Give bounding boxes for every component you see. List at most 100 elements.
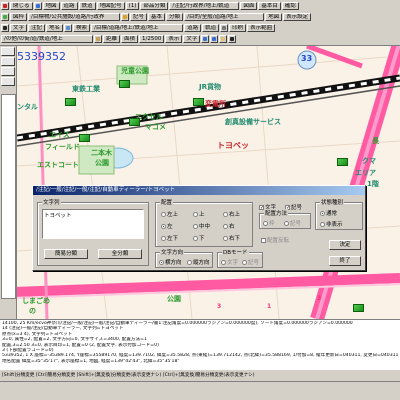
simple-class-button[interactable]: 簡易分類	[44, 249, 88, 259]
state-normal[interactable]: 通常	[320, 209, 337, 217]
tb-purpose-path-field[interactable]: /目的/全般/道路/地上	[184, 12, 265, 21]
tb-road2-button[interactable]: 道路	[184, 23, 202, 32]
dialog-title-bar[interactable]: /注記/一般/注記/一般/注記/自動車ディーラー/トヨペット	[33, 186, 365, 195]
zoom-in-icon[interactable]	[201, 34, 210, 43]
tb-road-path-field[interactable]: /目標/道路/地上/鉄道/地上	[91, 23, 184, 32]
tb-placename-button[interactable]: 地名	[46, 23, 64, 32]
placement-right[interactable]: 右	[223, 222, 235, 230]
tb-frame-button[interactable]: 図枠	[10, 12, 28, 21]
tb-map-button[interactable]: 地図	[42, 1, 60, 10]
map-icon[interactable]	[33, 1, 42, 10]
tb-drawing-button[interactable]: 図面	[240, 1, 258, 10]
tb-symbol-button[interactable]: 地図記号	[96, 1, 125, 10]
option-label: 右	[229, 224, 235, 230]
tb-distance-button[interactable]: 距離	[103, 34, 121, 43]
check-reverse[interactable]: 配置反転	[261, 236, 289, 244]
left-panel-button-4[interactable]	[1, 77, 15, 86]
tb-print-button[interactable]: 印刷	[229, 23, 247, 32]
option-label: 中中	[199, 224, 211, 230]
ruler-icon[interactable]	[94, 34, 102, 43]
tb-road-button[interactable]: 道路	[60, 1, 78, 10]
placement-top-right[interactable]: 右上	[223, 210, 240, 218]
tb-display-settings-button[interactable]: 表示設定	[283, 12, 312, 21]
left-panel-button-1[interactable]	[1, 47, 15, 56]
placement-center[interactable]: 中中	[193, 222, 210, 230]
text-input[interactable]: トヨペット	[42, 209, 144, 239]
placement-top-left[interactable]: 左上	[161, 210, 178, 218]
tb-text2-button[interactable]: 文字	[183, 34, 201, 43]
map-label-substation: 変電所	[205, 100, 226, 108]
tb-base-button[interactable]: 基本	[148, 12, 166, 21]
tb-note-button[interactable]: 注記	[28, 23, 46, 32]
db-mode-text[interactable]: 文字	[221, 258, 238, 266]
option-label: 右上	[229, 212, 241, 218]
tb-text-button[interactable]: 文字	[10, 23, 28, 32]
close-button[interactable]: 終了	[329, 256, 361, 266]
placement-bottom-right[interactable]: 右下	[223, 234, 240, 242]
tb-symbol2-button[interactable]: 記号	[130, 12, 148, 21]
note-edit-dialog: /注記/一般/注記/一般/注記/自動車ディーラー/トヨペット 文字列 トヨペット…	[32, 185, 366, 271]
tb-track-button[interactable]: 軌道	[202, 23, 220, 32]
method-symbol[interactable]: 記号	[284, 219, 301, 227]
toolbar: 閉じる 地図 道路 鉄道 地図記号 (1) 部品分類 /注記/行政界/地上/軌道…	[0, 0, 400, 46]
frame-icon[interactable]	[1, 12, 9, 21]
left-panel-list[interactable]	[1, 94, 16, 299]
tb-other-path-field[interactable]: /の他/の街/道/鉄道/地上	[1, 34, 93, 43]
placement-top[interactable]: 上	[193, 210, 205, 218]
search-icon[interactable]	[64, 23, 73, 32]
ok-button[interactable]: 決定	[329, 240, 361, 250]
placement-bottom[interactable]: 下	[193, 234, 205, 242]
radio-icon	[223, 223, 228, 229]
route-number: 3	[217, 303, 222, 310]
all-class-button[interactable]: 全分類	[98, 249, 142, 259]
hand-icon[interactable]	[219, 34, 228, 43]
map-label-magome: マゴメ	[145, 123, 166, 131]
tb-scale-field[interactable]: 1/2500	[139, 34, 165, 43]
printer-icon[interactable]	[220, 23, 229, 32]
building-icon	[79, 134, 90, 142]
placement-bottom-left[interactable]: 左下	[161, 234, 178, 242]
symbol-icon[interactable]	[121, 12, 130, 21]
radio-icon	[320, 221, 325, 227]
info-line: 地名配置 緯度=35°35'17", 表示座標=1, 地図, 経度=139°42…	[2, 358, 180, 364]
option-label: 配置反転	[267, 238, 290, 244]
left-panel-button-3[interactable]	[1, 67, 15, 76]
tb-class-button[interactable]: 分類	[166, 12, 184, 21]
text-icon[interactable]	[1, 23, 9, 32]
tb-map2-button[interactable]: 地図	[265, 12, 283, 21]
placement-left[interactable]: 左	[161, 222, 173, 230]
radio-icon	[263, 220, 268, 226]
tb-confirm-button[interactable]: 確認	[281, 1, 299, 10]
pointer-icon[interactable]	[228, 34, 237, 43]
building-icon	[353, 304, 364, 312]
radio-selected-icon	[320, 210, 325, 216]
method-frame[interactable]: 枠	[263, 219, 275, 227]
db-mode-symbol[interactable]: 記号	[242, 258, 259, 266]
tb-search-button[interactable]: 検索	[73, 23, 91, 32]
direction-vertical[interactable]: 縦方向	[187, 258, 210, 266]
option-label: 枠	[269, 221, 275, 227]
tb-basic-button[interactable]: 基本目	[258, 1, 281, 10]
close-icon[interactable]	[1, 1, 9, 10]
left-panel-button-2[interactable]	[1, 57, 15, 66]
tb-show-button[interactable]: 表示	[165, 34, 183, 43]
tb-target-path-field[interactable]: /目標物/公共施設/道路/行政界	[28, 12, 121, 21]
state-hidden[interactable]: 非表示	[320, 220, 343, 228]
railway-track-2	[17, 85, 400, 147]
tb-class-path-field[interactable]: /注記/行政界/地上/軌道	[169, 1, 240, 10]
radio-icon	[221, 259, 226, 265]
tb-rail-button[interactable]: 鉄道	[78, 1, 96, 10]
option-label: 文字	[227, 260, 239, 266]
map-number-label: 5339352	[17, 50, 66, 63]
radio-icon	[223, 211, 228, 217]
tb-range-button[interactable]: 表示範囲	[247, 23, 276, 32]
zoom-out-icon[interactable]	[210, 34, 219, 43]
map-canvas[interactable]: 5339352 33 児童公園 東鉄工業 JR貨物 変電所 エクセル マゴメ 創…	[17, 46, 400, 319]
direction-horizontal[interactable]: 横方向	[159, 258, 182, 266]
tb-count-button[interactable]: (1)	[125, 1, 140, 10]
tb-part-class-button[interactable]: 部品分類	[140, 1, 169, 10]
route-number: 3	[317, 295, 322, 302]
tb-area-button[interactable]: 面積	[121, 34, 139, 43]
radio-selected-icon	[159, 259, 164, 265]
tb-close-button[interactable]: 閉じる	[10, 1, 33, 10]
